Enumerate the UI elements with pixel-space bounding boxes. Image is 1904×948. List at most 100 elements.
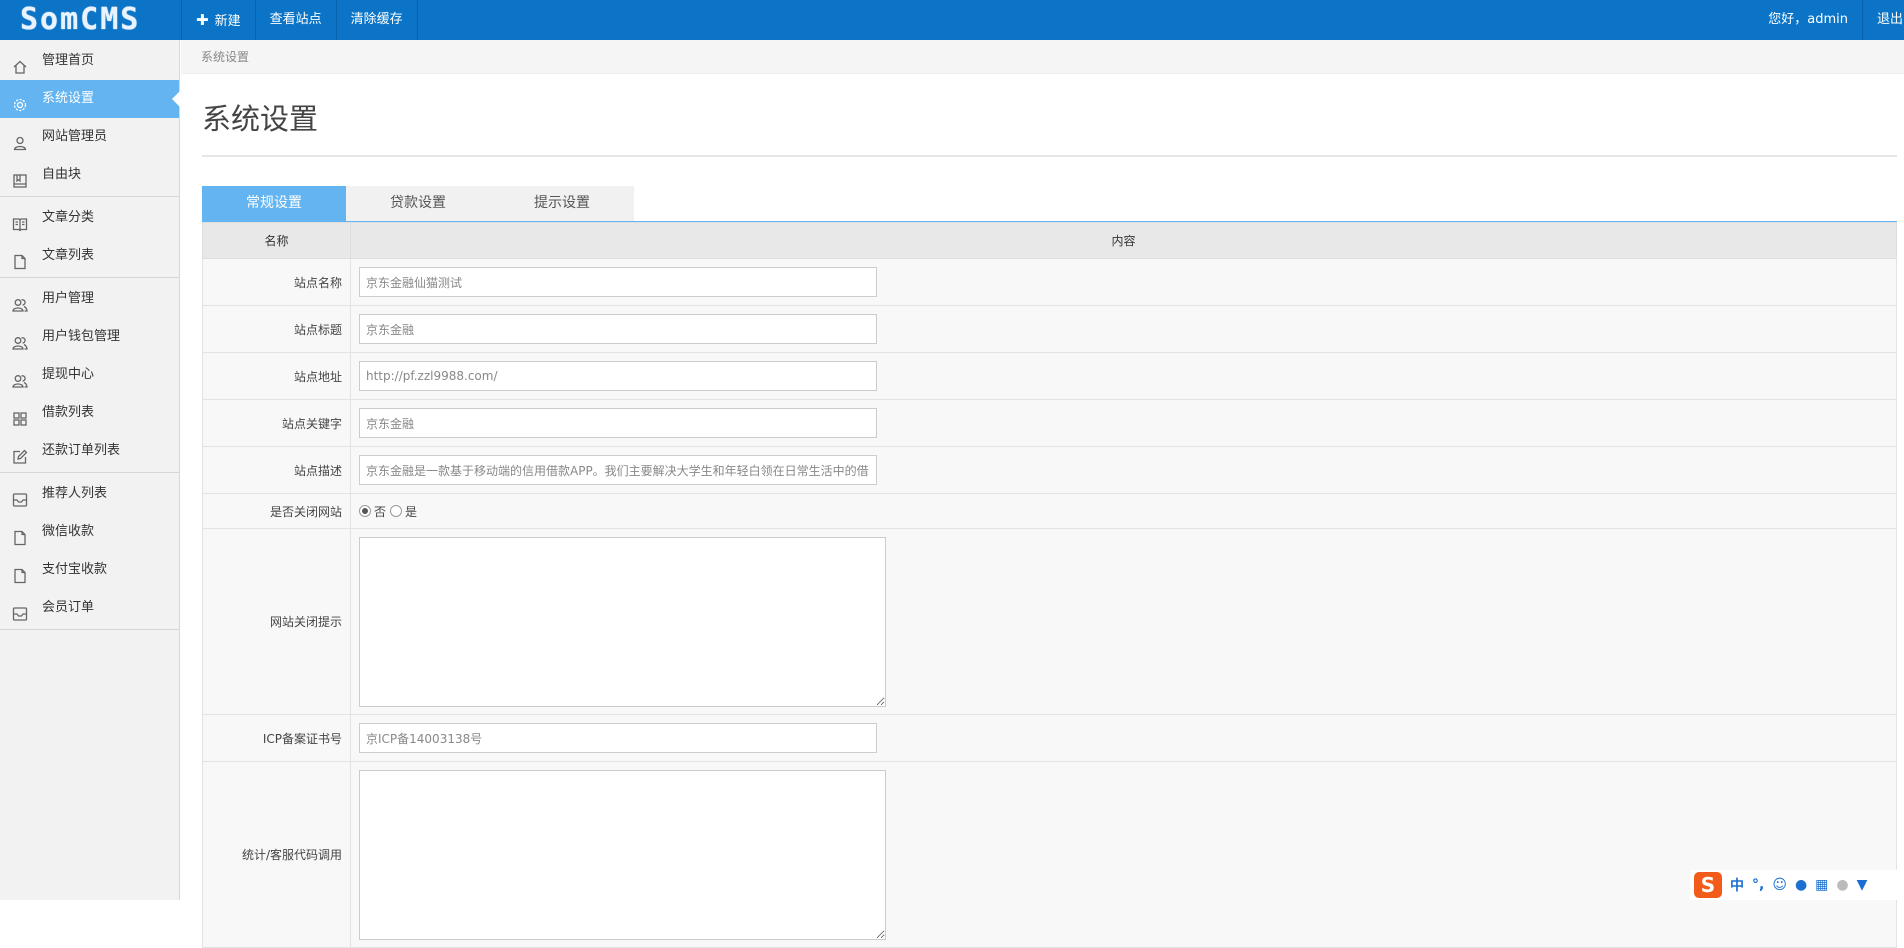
plus-icon: ✚ (196, 11, 209, 29)
sidebar-item-label: 支付宝收款 (42, 562, 108, 577)
page-title: 系统设置 (202, 102, 319, 136)
table-row: 站点名称 (202, 258, 1897, 306)
settings-tabs: 常规设置 贷款设置 提示设置 (202, 186, 634, 221)
top-bar: SomCMS ✚ 新建 查看站点 清除缓存 您好，admin 退出 (0, 0, 1904, 40)
sidebar-item-article-categories[interactable]: 文章分类 (0, 199, 179, 237)
site-description-input[interactable] (359, 455, 877, 485)
site-keywords-input[interactable] (359, 408, 877, 438)
skin-icon[interactable]: ▼ (1857, 877, 1868, 893)
file-icon (12, 248, 28, 270)
users-icon (12, 291, 28, 312)
ime-mode-toggle[interactable]: 中 (1730, 875, 1744, 895)
tab-general-settings[interactable]: 常规设置 (202, 186, 346, 221)
table-row: 统计/客服代码调用 (202, 761, 1897, 948)
top-nav: ✚ 新建 查看站点 清除缓存 (181, 0, 418, 40)
site-title-label: 站点标题 (202, 305, 351, 353)
sidebar-item-loan-list[interactable]: 借款列表 (0, 394, 179, 432)
close-tip-label: 网站关闭提示 (202, 528, 351, 715)
sidebar-item-label: 自由块 (42, 167, 82, 182)
close-site-label: 是否关闭网站 (202, 493, 351, 529)
view-site-button[interactable]: 查看站点 (254, 0, 336, 40)
title-divider (202, 155, 1897, 157)
grid-icon (12, 405, 28, 426)
user-icon (12, 129, 28, 151)
close-site-yes-radio[interactable] (390, 505, 403, 517)
sidebar-item-label: 还款订单列表 (42, 443, 121, 458)
keyboard-icon[interactable]: ▦ (1815, 877, 1828, 893)
column-header-content: 内容 (350, 222, 1897, 259)
table-header-row: 名称 内容 (202, 222, 1897, 259)
menu-group-2: 文章分类 文章列表 (0, 197, 179, 278)
clear-cache-button[interactable]: 清除缓存 (335, 0, 418, 40)
microphone-icon[interactable]: ● (1795, 877, 1807, 893)
sidebar-item-user-wallet[interactable]: 用户钱包管理 (0, 318, 179, 356)
tab-loan-settings[interactable]: 贷款设置 (346, 186, 490, 221)
site-title-input[interactable] (359, 314, 877, 344)
sidebar-item-wechat-payment[interactable]: 微信收款 (0, 513, 179, 551)
close-tip-textarea[interactable] (359, 536, 886, 707)
close-site-no-radio[interactable] (359, 505, 371, 517)
site-description-label: 站点描述 (202, 446, 351, 494)
sidebar-item-withdrawals[interactable]: 提现中心 (0, 356, 179, 394)
book-icon (12, 210, 28, 232)
new-button[interactable]: ✚ 新建 (181, 0, 255, 40)
sidebar-item-label: 文章列表 (42, 248, 95, 263)
account-icon[interactable]: ● (1836, 877, 1848, 893)
sidebar-item-label: 微信收款 (42, 524, 95, 539)
sidebar-item-admins[interactable]: 网站管理员 (0, 118, 179, 156)
sidebar-item-label: 文章分类 (42, 210, 95, 225)
sidebar-item-alipay-payment[interactable]: 支付宝收款 (0, 551, 179, 589)
sidebar-item-repayment-orders[interactable]: 还款订单列表 (0, 432, 179, 470)
gear-icon (12, 91, 28, 112)
file-icon (12, 562, 28, 584)
sidebar-item-label: 网站管理员 (42, 129, 108, 144)
site-url-label: 站点地址 (202, 352, 351, 400)
breadcrumb: 系统设置 (181, 40, 1904, 74)
users-icon (12, 367, 28, 388)
stats-code-textarea[interactable] (359, 769, 886, 940)
site-name-label: 站点名称 (202, 258, 351, 306)
sidebar-item-member-orders[interactable]: 会员订单 (0, 589, 179, 627)
inbox-icon (12, 486, 28, 507)
table-row: 站点描述 (202, 446, 1897, 494)
block-icon (12, 167, 28, 188)
sidebar-item-system-settings[interactable]: 系统设置 (0, 80, 180, 118)
menu-group-1: 管理首页 系统设置 网站管理员 自由块 (0, 40, 180, 197)
logo[interactable]: SomCMS (20, 1, 140, 39)
sidebar-item-article-list[interactable]: 文章列表 (0, 237, 179, 275)
inbox-icon (12, 600, 28, 621)
home-icon (12, 53, 28, 74)
icp-label: ICP备案证书号 (202, 714, 351, 762)
sidebar-item-referrers[interactable]: 推荐人列表 (0, 475, 179, 513)
table-row: 是否关闭网站 否 是 (202, 493, 1897, 529)
logout-button[interactable]: 退出 (1862, 0, 1904, 40)
sogou-ime-logo[interactable]: S (1694, 872, 1722, 898)
sidebar-item-label: 会员订单 (42, 600, 95, 615)
main-content: 系统设置 系统设置 常规设置 贷款设置 提示设置 名称 内容 站点名称 站点标题… (181, 40, 1904, 948)
sidebar-item-label: 提现中心 (42, 367, 95, 382)
sidebar-item-label: 推荐人列表 (42, 486, 108, 501)
sidebar-item-free-blocks[interactable]: 自由块 (0, 156, 179, 194)
site-url-input[interactable] (359, 361, 877, 391)
sidebar-item-user-management[interactable]: 用户管理 (0, 280, 179, 318)
tab-tip-settings[interactable]: 提示设置 (490, 186, 634, 221)
table-row: 站点地址 (202, 352, 1897, 400)
sidebar-item-label: 用户钱包管理 (42, 329, 121, 344)
settings-form-table: 名称 内容 站点名称 站点标题 站点地址 站点关键字 站点描述 是否关闭网站 否… (202, 222, 1897, 948)
sidebar-item-label: 借款列表 (42, 405, 95, 420)
sidebar: 管理首页 系统设置 网站管理员 自由块 文章分类 文章列表 用户管理 用户钱包管… (0, 40, 180, 900)
site-name-input[interactable] (359, 267, 877, 297)
close-site-no-label: 否 (374, 504, 387, 519)
sidebar-item-home[interactable]: 管理首页 (0, 42, 179, 80)
table-row: 站点标题 (202, 305, 1897, 353)
edit-icon (12, 443, 28, 464)
menu-group-4: 推荐人列表 微信收款 支付宝收款 会员订单 (0, 473, 179, 630)
ime-toolbar: S 中 °, ☺ ● ▦ ● ▼ (1690, 870, 1904, 900)
table-row: ICP备案证书号 (202, 714, 1897, 762)
users-icon (12, 329, 28, 350)
icp-input[interactable] (359, 723, 877, 753)
site-keywords-label: 站点关键字 (202, 399, 351, 447)
ime-punctuation-toggle[interactable]: °, (1752, 877, 1764, 893)
table-row: 站点关键字 (202, 399, 1897, 447)
emoji-icon[interactable]: ☺ (1772, 877, 1787, 893)
